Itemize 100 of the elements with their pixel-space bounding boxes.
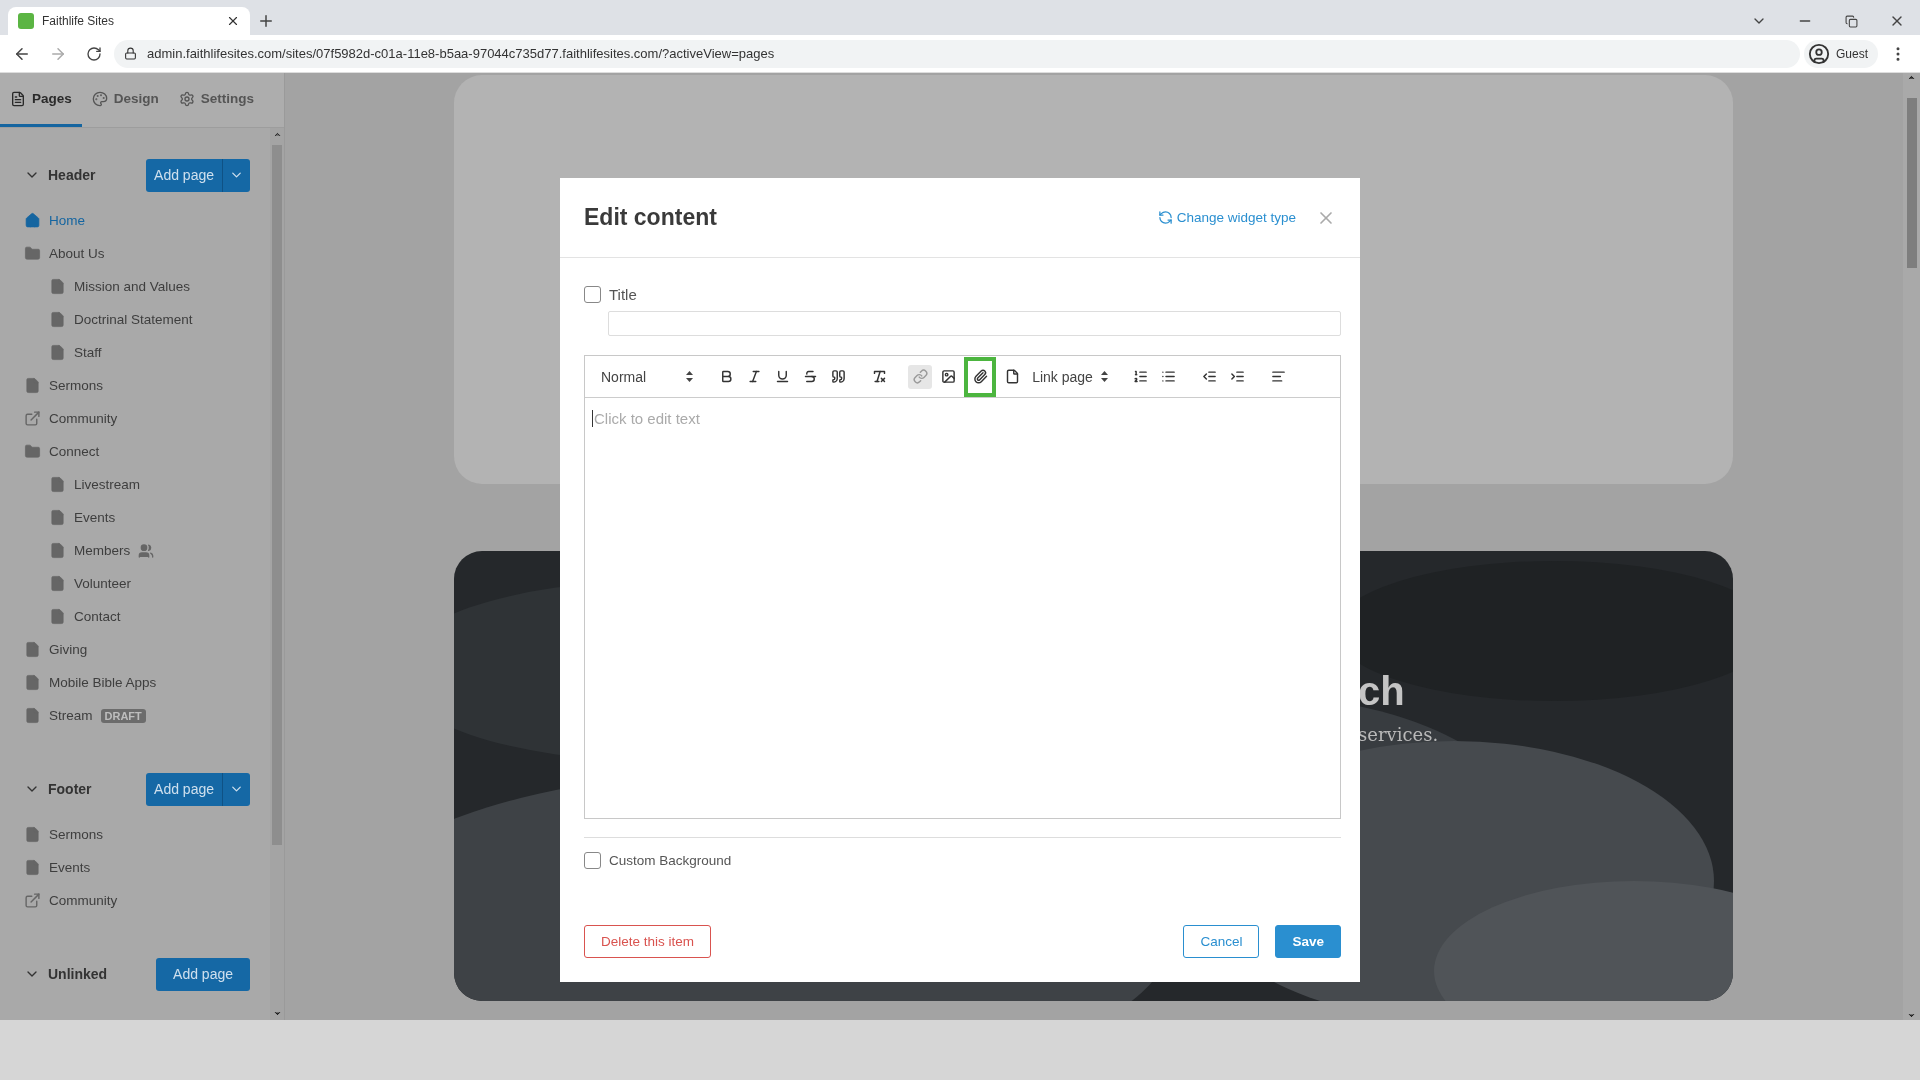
- page-icon: [49, 575, 66, 592]
- page-item[interactable]: Events: [24, 851, 270, 884]
- toolbar-button[interactable]: [964, 356, 997, 397]
- numbered-list-icon: [1133, 369, 1149, 384]
- page-item[interactable]: Community: [24, 402, 270, 435]
- format-select[interactable]: Normal: [597, 368, 698, 385]
- scroll-down-icon[interactable]: [272, 1009, 282, 1018]
- address-bar[interactable]: admin.faithlifesites.com/sites/07f5982d-c01a-11e8-b5aa-97044c735d77.faithlifesites.com/?activeView=pages: [114, 39, 1800, 68]
- underline-icon: [774, 369, 790, 384]
- page-icon: [49, 311, 66, 328]
- page-item[interactable]: Home: [24, 204, 270, 237]
- page-item[interactable]: Sermons: [24, 369, 270, 402]
- page-item[interactable]: Doctrinal Statement: [24, 303, 270, 336]
- page-item[interactable]: Staff: [24, 336, 270, 369]
- page-label: Giving: [49, 642, 88, 657]
- sidebar-tab[interactable]: Pages: [0, 73, 82, 127]
- page-item[interactable]: Connect: [24, 435, 270, 468]
- page-icon: [24, 377, 41, 394]
- scroll-down-icon[interactable]: [1907, 1011, 1916, 1020]
- scroll-up-icon[interactable]: [1907, 73, 1916, 82]
- home-icon: [24, 212, 41, 229]
- page-item[interactable]: Giving: [24, 633, 270, 666]
- page-label: Events: [74, 510, 116, 525]
- browser-tab[interactable]: Faithlife Sites: [8, 7, 250, 35]
- reload-icon[interactable]: [86, 45, 102, 62]
- close-icon[interactable]: [226, 14, 240, 28]
- page-label: Volunteer: [74, 576, 132, 591]
- page-label: Mobile Bible Apps: [49, 675, 157, 690]
- delete-button[interactable]: Delete this item: [584, 925, 712, 958]
- page-icon: [24, 707, 41, 724]
- add-page-button[interactable]: Add page: [156, 957, 250, 991]
- align-left-icon: [1271, 369, 1287, 384]
- avatar-icon: [1808, 42, 1830, 65]
- new-tab-icon[interactable]: [257, 12, 275, 30]
- draft-badge: DRAFT: [100, 708, 146, 723]
- save-button[interactable]: Save: [1275, 925, 1341, 958]
- external-link-icon: [24, 892, 41, 909]
- page-item[interactable]: Mission and Values: [24, 270, 270, 303]
- document-icon: [10, 90, 26, 107]
- title-input[interactable]: [608, 311, 1341, 336]
- page-label: Community: [49, 893, 118, 908]
- strikethrough-icon: [802, 369, 818, 384]
- tab-title: Faithlife Sites: [42, 14, 116, 28]
- page-label: Stream: [49, 708, 93, 723]
- page-label: Contact: [74, 609, 121, 624]
- section-title: Footer: [48, 781, 93, 797]
- scroll-up-icon[interactable]: [272, 130, 282, 139]
- section-title: Unlinked: [48, 966, 109, 982]
- format-select[interactable]: Link page: [1028, 368, 1112, 385]
- page-icon: [49, 278, 66, 295]
- profile-button[interactable]: Guest: [1804, 39, 1878, 68]
- page-label: Sermons: [49, 378, 104, 393]
- bullet-list-icon: [1161, 369, 1177, 384]
- page-icon: [49, 608, 66, 625]
- checkbox[interactable]: [584, 852, 601, 869]
- swap-arrows-icon: [1157, 210, 1173, 225]
- sort-arrows-icon: [686, 371, 694, 382]
- add-page-dropdown[interactable]: [222, 158, 250, 192]
- checkbox-label: Title: [609, 286, 637, 303]
- page-item[interactable]: Community: [24, 884, 270, 917]
- page-icon: [49, 476, 66, 493]
- page-item[interactable]: Livestream: [24, 468, 270, 501]
- checkbox[interactable]: [584, 286, 601, 303]
- palette-icon: [91, 90, 108, 107]
- page-item[interactable]: Contact: [24, 600, 270, 633]
- folder-icon: [24, 245, 41, 262]
- link-icon: [912, 369, 928, 384]
- add-page-button[interactable]: Add page: [146, 772, 222, 806]
- page-item[interactable]: Stream DRAFT: [24, 699, 270, 732]
- checkbox-label: Custom Background: [609, 853, 732, 868]
- page-item[interactable]: Sermons: [24, 818, 270, 851]
- dialog-title: Edit content: [584, 204, 718, 231]
- cancel-button[interactable]: Cancel: [1183, 925, 1260, 958]
- page-item[interactable]: About Us: [24, 237, 270, 270]
- page-icon: [49, 509, 66, 526]
- restore-icon[interactable]: [1844, 14, 1858, 28]
- clear-format-icon: [871, 369, 887, 384]
- gear-icon: [178, 90, 195, 107]
- page-item[interactable]: Mobile Bible Apps: [24, 666, 270, 699]
- page-label: Doctrinal Statement: [74, 312, 193, 327]
- add-page-dropdown[interactable]: [222, 772, 250, 806]
- page-item[interactable]: Members: [24, 534, 270, 567]
- hero-heading: ch: [1358, 669, 1406, 714]
- outdent-icon: [1202, 369, 1218, 384]
- page-item[interactable]: Volunteer: [24, 567, 270, 600]
- page-item[interactable]: Events: [24, 501, 270, 534]
- page-icon: [24, 674, 41, 691]
- page-icon: [49, 344, 66, 361]
- page-label: Sermons: [49, 827, 104, 842]
- sidebar-tab[interactable]: Design: [81, 73, 169, 127]
- editor-placeholder[interactable]: Click to edit text: [592, 410, 700, 427]
- sidebar-tab[interactable]: Settings: [168, 73, 265, 127]
- italic-icon: [746, 369, 762, 384]
- change-widget-link[interactable]: Change widget type: [1157, 210, 1296, 225]
- add-page-button[interactable]: Add page: [146, 158, 222, 192]
- page-label: Home: [49, 213, 85, 228]
- scrollbar-thumb[interactable]: [1906, 98, 1917, 268]
- page-label: Members: [74, 543, 131, 558]
- site-favicon-icon: [18, 13, 34, 29]
- url-text: admin.faithlifesites.com/sites/07f5982d-c01a-11e8-b5aa-97044c735d77.faithlifesites.com/?activeView=pages: [147, 46, 775, 61]
